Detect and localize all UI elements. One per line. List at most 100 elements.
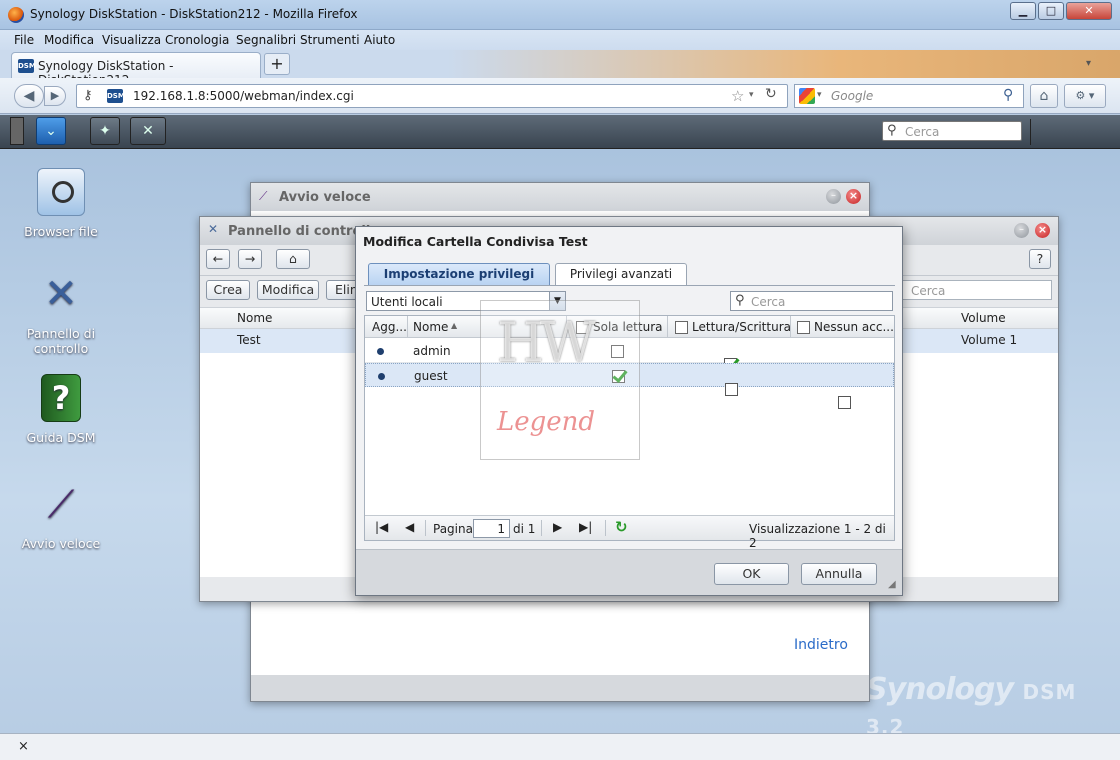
back-nav-button[interactable]: ← [206,249,230,269]
read-write-all-checkbox[interactable] [675,321,688,334]
close-find-icon[interactable]: × [18,739,29,754]
forward-arrow-icon: ▶ [50,89,60,102]
arrow-left-icon: ← [212,251,224,266]
taskbar-handle [10,117,24,145]
tab-list-icon[interactable]: ▾ [1086,58,1091,69]
url-dropdown-icon[interactable]: ▾ [749,90,754,100]
first-page-icon[interactable]: |◀ [375,520,388,534]
user-search-placeholder: Cerca [751,295,786,309]
main-menu-button[interactable]: ⌄ [36,117,66,145]
user-search-input[interactable]: ⚲ Cerca [730,291,893,311]
taskbar-quick-start[interactable]: ✦ [90,117,120,145]
taskbar-divider [1030,119,1031,145]
taskbar-search-placeholder: Cerca [905,125,940,139]
desktop-icon-control-panel[interactable]: ✕ Pannello di controllo [6,270,116,356]
minimize-icon[interactable]: – [826,189,841,204]
addon-icon: ⚙ ▾ [1075,89,1095,102]
addon-button[interactable]: ⚙ ▾ [1064,84,1106,108]
refresh-icon[interactable]: ↻ [615,518,628,536]
column-volume[interactable]: Volume [961,311,1006,325]
column-name[interactable]: Nome [237,311,272,325]
col-divider [667,316,668,338]
search-icon[interactable]: ⚲ [1003,87,1013,103]
back-link[interactable]: Indietro [794,637,848,653]
tab-synology[interactable]: DSM Synology DiskStation - DiskStation21… [11,52,261,87]
taskbar-search-input[interactable]: ⚲ Cerca [882,121,1022,141]
create-button[interactable]: Crea [206,280,250,300]
help-button[interactable]: ? [1029,249,1051,269]
folder-search-icon [37,168,85,216]
user-name: guest [414,369,448,383]
column-read-write[interactable]: Lettura/Scrittura [692,320,791,334]
browser-status-bar: × [0,733,1120,760]
prev-page-icon[interactable]: ◀ [405,520,414,534]
bookmark-star-icon[interactable]: ☆ [731,87,744,105]
minimize-icon[interactable]: – [1014,223,1029,238]
dsm-favicon-icon: DSM [18,59,36,73]
menu-aiuto[interactable]: Aiuto [364,33,395,47]
menu-modifica[interactable]: Modifica [44,33,94,47]
taskbar-control-panel[interactable]: ✕ [130,117,166,145]
back-button[interactable]: ◀ [14,84,44,108]
desktop-icon-label: Avvio veloce [21,536,101,551]
column-name[interactable]: Nome [413,320,448,334]
ok-button[interactable]: OK [714,563,789,585]
desktop-icon-quick-start[interactable]: ⟋ Avvio veloce [6,480,116,551]
col-divider [407,316,408,338]
control-panel-search-input[interactable]: Cerca [890,280,1052,300]
menu-file[interactable]: File [14,33,34,47]
home-button[interactable]: ⌂ [1030,84,1058,108]
sort-asc-icon: ▲ [451,321,458,330]
window-title: Synology DiskStation - DiskStation212 - … [30,7,358,21]
desktop-icon-label: Pannello di controllo [26,326,96,356]
quick-start-title: Avvio veloce [279,190,371,205]
desktop-icon-browser-file[interactable]: Browser file [6,168,116,239]
tab-advanced-privileges[interactable]: Privilegi avanzati [555,263,687,285]
resize-grip-icon[interactable]: ◢ [888,579,896,590]
close-window-button[interactable]: ✕ [1066,2,1112,20]
edit-button[interactable]: Modifica [257,280,319,300]
no-access-checkbox[interactable] [838,396,851,409]
menu-strumenti[interactable]: Strumenti [300,33,360,47]
user-bullet-icon [377,348,384,355]
reload-icon[interactable]: ↻ [765,86,777,102]
engine-dropdown-icon[interactable]: ▾ [817,90,822,100]
read-write-checkbox[interactable] [725,383,738,396]
close-icon[interactable]: × [846,189,861,204]
tools-icon: ✕ [208,222,219,236]
cancel-button[interactable]: Annulla [801,563,877,585]
tools-icon: ✕ [142,123,154,139]
column-no-access[interactable]: Nessun acc... [814,320,894,334]
chevron-down-icon: ⌄ [45,123,57,139]
forward-button[interactable]: ▶ [44,86,66,106]
forward-nav-button[interactable]: → [238,249,262,269]
last-page-icon[interactable]: ▶| [579,520,592,534]
new-tab-button[interactable]: + [264,53,290,75]
desktop-icon-guide[interactable]: ? Guida DSM [6,374,116,445]
url-bar[interactable]: ⚷ DSM 192.168.1.8:5000/webman/index.cgi … [76,84,788,108]
back-arrow-icon: ◀ [23,88,35,104]
page-number-input[interactable]: 1 [473,519,510,538]
dsm-taskbar: ⌄ ✦ ✕ ⚲ Cerca [0,115,1120,149]
home-icon: ⌂ [289,251,297,266]
page-total: di 1 [513,522,536,536]
menu-visualizza[interactable]: Visualizza [102,33,161,47]
close-icon[interactable]: × [1035,223,1050,238]
menu-cronologia[interactable]: Cronologia [165,33,229,47]
home-nav-button[interactable]: ⌂ [276,249,310,269]
menu-segnalibri[interactable]: Segnalibri [236,33,296,47]
minimize-window-button[interactable]: ▁ [1010,2,1036,20]
home-icon: ⌂ [1039,88,1049,104]
tab-privilege-settings[interactable]: Impostazione privilegi [368,263,550,285]
next-page-icon[interactable]: ▶ [553,520,562,534]
column-added[interactable]: Agg... [372,320,407,334]
no-access-all-checkbox[interactable] [797,321,810,334]
key-icon[interactable]: ⚷ [83,88,93,103]
grid-pager: |◀ ◀ Pagina 1 di 1 ▶ ▶| ↻ Visualizzazion… [365,515,894,550]
dialog-title: Modifica Cartella Condivisa Test [363,234,588,249]
quick-start-footer [251,675,869,701]
site-favicon-icon: DSM [107,89,125,103]
search-bar[interactable]: ▾ Google ⚲ [794,84,1024,108]
url-text[interactable]: 192.168.1.8:5000/webman/index.cgi [133,89,354,103]
maximize-window-button[interactable]: □ [1038,2,1064,20]
